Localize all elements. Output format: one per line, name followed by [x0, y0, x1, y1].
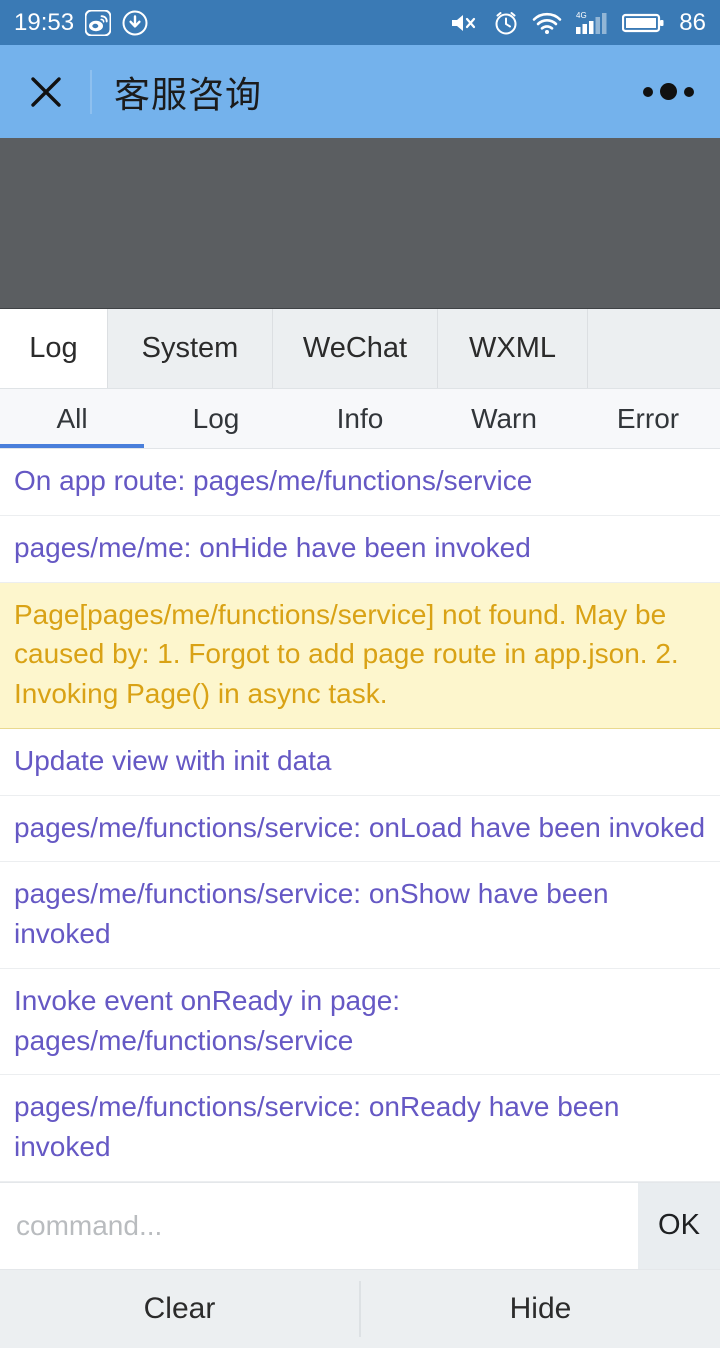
page-title: 客服咨询 — [114, 74, 263, 116]
status-bar-right: 4G 86 — [450, 10, 706, 36]
console-filterbar: All Log Info Warn Error — [0, 389, 720, 449]
vconsole-panel: Log System WeChat WXML All Log Info Warn… — [0, 309, 720, 1348]
tab-system[interactable]: System — [108, 309, 273, 388]
hide-button[interactable]: Hide — [361, 1270, 720, 1348]
more-dot-right — [684, 86, 694, 97]
more-dot-left — [643, 86, 653, 97]
signal-4g-icon: 4G — [575, 10, 609, 36]
navbar-divider — [90, 69, 92, 114]
download-arrow-icon — [122, 10, 148, 36]
log-entry: Invoke event onReady in page: pages/me/f… — [0, 969, 720, 1076]
clear-button[interactable]: Clear — [0, 1270, 359, 1348]
log-entry: pages/me/me: onHide have been invoked — [0, 516, 720, 583]
status-bar: 19:53 4G 86 — [0, 0, 720, 45]
console-action-bar: Clear Hide — [0, 1269, 720, 1348]
filter-error[interactable]: Error — [576, 389, 720, 448]
status-bar-left: 19:53 — [14, 8, 148, 36]
filter-warn[interactable]: Warn — [432, 389, 576, 448]
command-bar: OK — [0, 1181, 720, 1270]
volume-mute-icon — [450, 11, 480, 35]
more-options-icon[interactable] — [643, 83, 694, 100]
command-input[interactable] — [0, 1182, 638, 1269]
log-entry-warning: Page[pages/me/functions/service] not fou… — [0, 582, 720, 729]
filter-info[interactable]: Info — [288, 389, 432, 448]
log-entry: Update view with init data — [0, 729, 720, 796]
tab-overflow-area — [588, 309, 720, 388]
svg-text:4G: 4G — [576, 11, 587, 20]
log-entry: pages/me/functions/service: onLoad have … — [0, 796, 720, 863]
tab-wechat[interactable]: WeChat — [273, 309, 438, 388]
filter-all[interactable]: All — [0, 389, 144, 448]
more-dot-center — [660, 83, 677, 100]
console-log-list[interactable]: On app route: pages/me/functions/service… — [0, 449, 720, 1182]
console-tabbar: Log System WeChat WXML — [0, 309, 720, 389]
tab-log[interactable]: Log — [0, 309, 108, 388]
wechat-navbar: 客服咨询 — [0, 45, 720, 138]
alarm-clock-icon — [493, 10, 519, 36]
log-entry: On app route: pages/me/functions/service — [0, 449, 720, 516]
webview-area — [0, 138, 720, 309]
wifi-icon — [532, 11, 562, 35]
log-entry: pages/me/functions/service: onReady have… — [0, 1075, 720, 1182]
command-submit-button[interactable]: OK — [638, 1182, 720, 1269]
filter-log[interactable]: Log — [144, 389, 288, 448]
tab-wxml[interactable]: WXML — [438, 309, 588, 388]
log-entry: pages/me/functions/service: onShow have … — [0, 862, 720, 969]
close-icon[interactable] — [26, 72, 66, 112]
weibo-icon — [85, 9, 112, 36]
battery-percentage: 86 — [679, 8, 706, 36]
clock-time: 19:53 — [14, 8, 75, 36]
battery-icon — [622, 11, 664, 35]
